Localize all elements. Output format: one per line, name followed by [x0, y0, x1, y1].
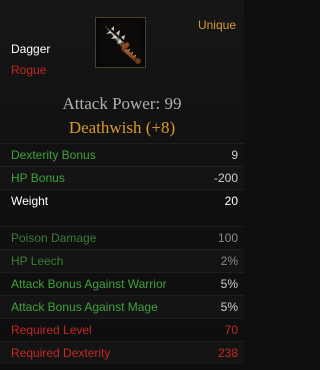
stat-row-poison-damage: Poison Damage 100 [0, 226, 244, 249]
tooltip-header: Dagger Rogue Unique [0, 0, 244, 86]
attack-power: Attack Power: 99 [62, 94, 182, 113]
item-tooltip: Dagger Rogue Unique Attack Power: 99 Dea… [0, 0, 244, 370]
stat-label: HP Leech [11, 254, 64, 268]
stat-row-weight: Weight 20 [0, 189, 244, 212]
stat-value: 5% [220, 300, 238, 314]
stats-list: Dexterity Bonus 9 HP Bonus -200 Weight 2… [0, 143, 244, 364]
stat-value: 5% [220, 277, 238, 291]
stat-value: 70 [224, 323, 238, 337]
stat-label: Attack Bonus Against Warrior [11, 277, 167, 291]
stat-row-dexterity-bonus: Dexterity Bonus 9 [0, 143, 244, 166]
stat-label: Poison Damage [11, 231, 97, 245]
stat-label: Weight [11, 194, 49, 208]
stat-label: HP Bonus [11, 171, 65, 185]
stat-row-required-dexterity: Required Dexterity 238 [0, 341, 244, 364]
stat-row-required-level: Required Level 70 [0, 318, 244, 341]
stat-value: -200 [213, 171, 238, 185]
stat-row-attack-bonus-mage: Attack Bonus Against Mage 5% [0, 295, 244, 318]
item-class: Rogue [11, 63, 47, 77]
rarity-label: Unique [197, 18, 236, 32]
stat-row-attack-bonus-warrior: Attack Bonus Against Warrior 5% [0, 272, 244, 295]
stat-value: 100 [217, 231, 238, 245]
stat-row-hp-leech: HP Leech 2% [0, 249, 244, 272]
stat-label: Required Level [11, 323, 92, 337]
stat-value: 20 [224, 194, 238, 208]
item-icon-slot [95, 17, 146, 68]
stat-label: Dexterity Bonus [11, 148, 96, 162]
item-type: Dagger [11, 42, 51, 56]
stat-value: 2% [220, 254, 238, 268]
stat-label: Attack Bonus Against Mage [11, 300, 158, 314]
stat-label: Required Dexterity [11, 346, 111, 360]
stat-value: 238 [217, 346, 238, 360]
enchant-name: Deathwish (+8) [68, 118, 176, 137]
stat-value: 9 [231, 148, 238, 162]
spiked-dagger-icon [104, 25, 142, 65]
section-divider [0, 212, 244, 226]
stat-row-hp-bonus: HP Bonus -200 [0, 166, 244, 189]
